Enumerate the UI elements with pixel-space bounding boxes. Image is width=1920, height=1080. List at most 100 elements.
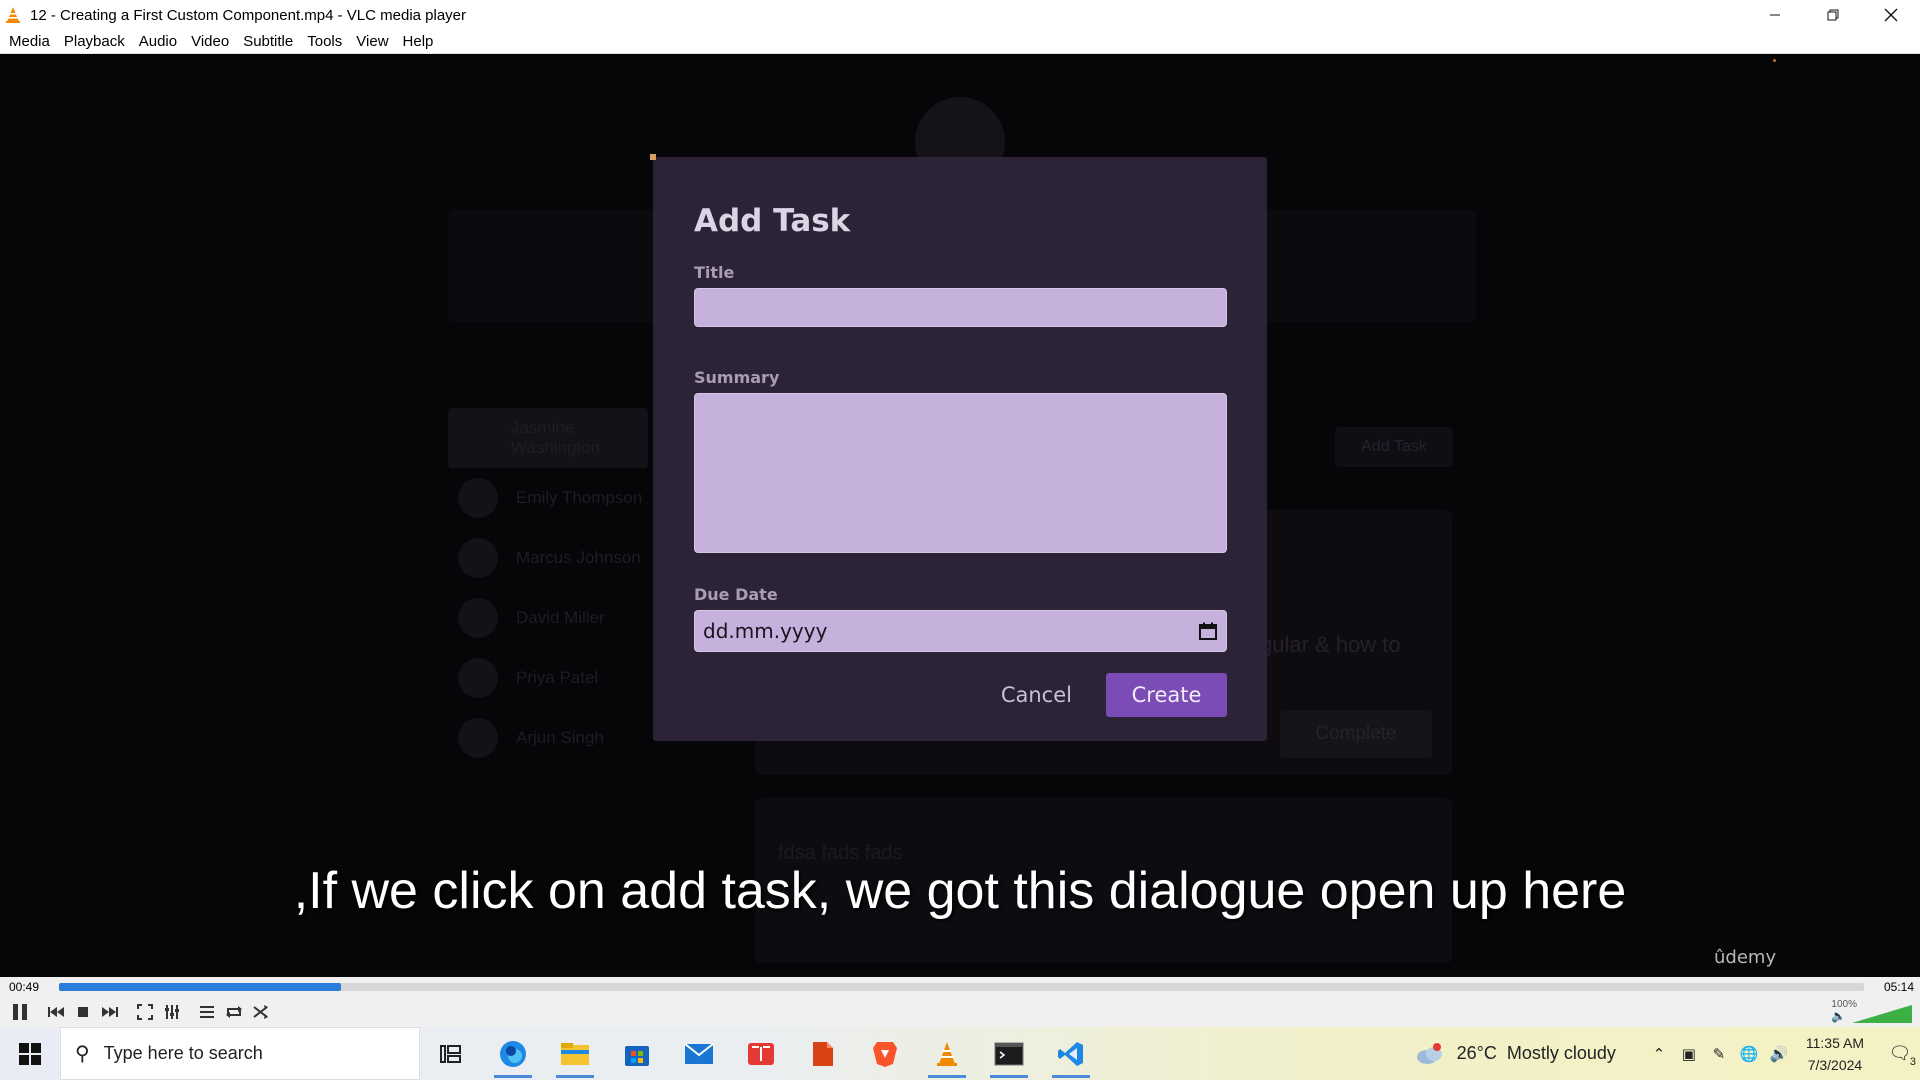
avatar (458, 658, 498, 698)
stop-button[interactable] (71, 1000, 95, 1024)
restore-icon (1827, 9, 1839, 21)
taskbar-mail[interactable] (668, 1027, 730, 1080)
weather-desc: Mostly cloudy (1506, 1043, 1616, 1063)
edge-icon (500, 1040, 526, 1067)
title-label: Title (694, 263, 735, 282)
volume-level (1852, 1005, 1912, 1023)
brave-lion-icon (873, 1041, 897, 1067)
globe-icon[interactable]: 🌐 (1734, 1045, 1764, 1063)
fullscreen-button[interactable] (133, 1000, 157, 1024)
window-controls (1746, 0, 1920, 30)
video-frame[interactable]: Jasmine Washington Emily Thompson Marcus… (0, 55, 1920, 977)
taskbar-vlc[interactable] (916, 1027, 978, 1080)
user-item: David Miller (448, 588, 648, 648)
seek-progress (59, 983, 341, 991)
playlist-icon (200, 1006, 214, 1018)
taskbar-store[interactable] (606, 1027, 668, 1080)
due-date-input[interactable]: dd.mm.yyyy (694, 610, 1227, 652)
taskbar-search[interactable]: ⚲ Type here to search (60, 1027, 420, 1080)
mouse-cursor (650, 154, 656, 160)
taskbar-reader[interactable] (730, 1027, 792, 1080)
menu-video[interactable]: Video (184, 33, 236, 50)
task-view-icon (440, 1044, 461, 1063)
playback-controls: 100% 🔈 (0, 997, 1920, 1027)
taskbar-vscode[interactable] (1040, 1027, 1102, 1080)
dialog-title: Add Task (694, 203, 851, 239)
avatar (458, 538, 498, 578)
loop-button[interactable] (222, 1000, 246, 1024)
chevron-up-icon[interactable]: ⌃ (1644, 1045, 1674, 1063)
summary-label: Summary (694, 368, 780, 387)
menu-audio[interactable]: Audio (132, 33, 184, 50)
speaker-icon[interactable]: 🔊 (1764, 1045, 1794, 1063)
taskbar-terminal[interactable] (978, 1027, 1040, 1080)
chat-bubble-icon: 🗨 (1888, 1043, 1912, 1063)
cancel-button[interactable]: Cancel (997, 675, 1076, 715)
shuffle-button[interactable] (249, 1000, 273, 1024)
seek-slider[interactable] (59, 983, 1864, 991)
users-sidebar: Jasmine Washington Emily Thompson Marcus… (448, 408, 648, 808)
volume-slider[interactable]: 100% 🔈 (1822, 999, 1912, 1025)
extended-settings-button[interactable] (160, 1000, 184, 1024)
user-item: Arjun Singh (448, 708, 648, 768)
close-button[interactable] (1862, 0, 1920, 30)
running-indicator (990, 1075, 1028, 1078)
loop-icon (226, 1006, 242, 1018)
subtitle-caption: ,If we click on add task, we got this di… (293, 862, 1627, 920)
speaker-icon[interactable]: 🔈 (1831, 1009, 1846, 1023)
user-name: Marcus Johnson (516, 548, 641, 567)
book-icon (748, 1042, 774, 1065)
system-tray: 26°C Mostly cloudy ⌃ ▣ ✎ 🌐 🔊 11:35 AM 7/… (1415, 1027, 1920, 1080)
menu-media[interactable]: Media (2, 33, 57, 50)
seek-row: 00:49 05:14 (0, 977, 1920, 997)
running-indicator (928, 1075, 966, 1078)
playlist-button[interactable] (195, 1000, 219, 1024)
task-card-text: gular & how to (1260, 632, 1401, 657)
previous-button[interactable] (44, 1000, 68, 1024)
menu-help[interactable]: Help (396, 33, 441, 50)
title-input[interactable] (694, 288, 1227, 327)
menu-playback[interactable]: Playback (57, 33, 132, 50)
mail-icon (684, 1042, 714, 1064)
clock-time: 11:35 AM (1805, 1034, 1864, 1051)
close-icon (1884, 8, 1898, 22)
pixel-artifact (1773, 59, 1776, 62)
notification-count: 3 (1909, 1056, 1916, 1068)
stop-icon (78, 1007, 88, 1017)
running-indicator (556, 1075, 594, 1078)
summary-textarea[interactable] (694, 393, 1227, 553)
task-view-button[interactable] (420, 1027, 482, 1080)
user-name: Jasmine Washington (510, 418, 601, 457)
meet-icon[interactable]: ▣ (1674, 1045, 1704, 1063)
document-icon (813, 1041, 833, 1066)
calendar-icon[interactable] (1198, 621, 1218, 641)
search-icon: ⚲ (75, 1043, 90, 1065)
taskbar-file-explorer[interactable] (544, 1027, 606, 1080)
restore-button[interactable] (1804, 0, 1862, 30)
next-button[interactable] (98, 1000, 122, 1024)
terminal-icon (994, 1042, 1024, 1065)
avatar (458, 598, 498, 638)
minimize-button[interactable] (1746, 0, 1804, 30)
taskbar-clock[interactable]: 11:35 AM 7/3/2024 (1806, 1032, 1864, 1076)
windows-taskbar: ⚲ Type here to search 26°C Mostly cloudy… (0, 1027, 1920, 1080)
menu-tools[interactable]: Tools (300, 33, 349, 50)
menu-view[interactable]: View (349, 33, 395, 50)
user-name: Priya Patel (516, 668, 599, 687)
menu-bar: Media Playback Audio Video Subtitle Tool… (0, 30, 1920, 54)
notification-center-button[interactable]: 🗨 3 (1880, 1043, 1920, 1068)
due-date-value: dd.mm.yyyy (703, 619, 828, 643)
taskbar-brave[interactable] (854, 1027, 916, 1080)
create-button[interactable]: Create (1106, 673, 1227, 717)
pause-button[interactable] (6, 1000, 34, 1024)
pen-icon[interactable]: ✎ (1704, 1045, 1734, 1063)
weather-temp: 26°C (1456, 1043, 1497, 1063)
vscode-icon (1058, 1041, 1083, 1066)
taskbar-slides[interactable] (792, 1027, 854, 1080)
start-button[interactable] (0, 1027, 60, 1080)
user-item: Priya Patel (448, 648, 648, 708)
weather-widget[interactable]: 26°C Mostly cloudy (1415, 1042, 1616, 1065)
taskbar-edge[interactable] (482, 1027, 544, 1080)
menu-subtitle[interactable]: Subtitle (236, 33, 300, 50)
vlc-cone-icon (6, 7, 20, 23)
